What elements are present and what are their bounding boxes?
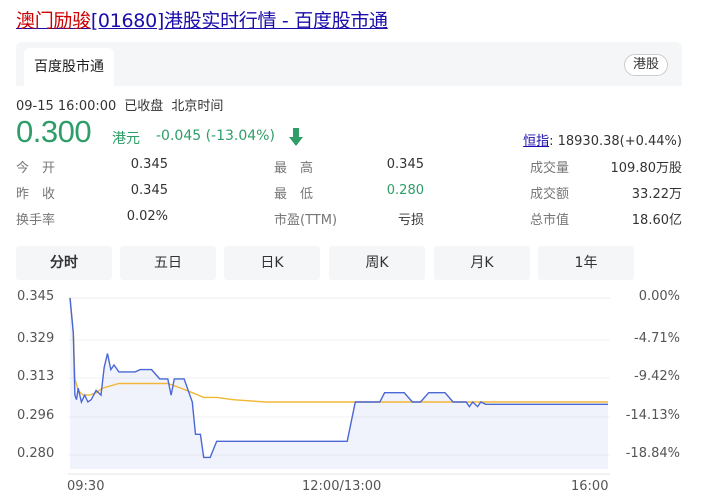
status-datetime: 09-15 16:00:00 (16, 99, 117, 114)
stat-value: 0.345 (386, 157, 424, 172)
period-tab-weekly[interactable]: 周K (329, 246, 425, 280)
stat-value: 0.345 (130, 183, 168, 198)
stat-value: 亏损 (397, 213, 424, 228)
stat-value: 33.22万 (631, 187, 682, 202)
stat-label: 昨 收 (16, 187, 56, 202)
period-tab-daily[interactable]: 日K (224, 246, 320, 280)
stat-label: 市盈(TTM) (274, 213, 338, 228)
stat-value: 0.02% (126, 209, 168, 224)
hsi-index-value: : 18930.38(+0.44%) (549, 134, 682, 149)
source-tabbar: 百度股市通 港股 (16, 42, 682, 86)
status-zone: 北京时间 (171, 99, 224, 114)
period-tab-intraday[interactable]: 分时 (16, 246, 112, 280)
x-tick-label: 09:30 (67, 479, 105, 494)
hsi-index: 恒指: 18930.38(+0.44%) (523, 130, 682, 149)
price-currency: 港元 (112, 131, 140, 147)
stat-label: 最 低 (274, 187, 314, 202)
title-rest[interactable]: [01680]港股实时行情 - 百度股市通 (91, 10, 388, 32)
x-tick-label: 12:00/13:00 (302, 479, 382, 494)
hsi-index-link[interactable]: 恒指 (523, 134, 549, 149)
stat-value: 18.60亿 (631, 213, 682, 228)
period-tab-monthly[interactable]: 月K (434, 246, 530, 280)
stock-name[interactable]: 澳门励骏 (16, 10, 91, 32)
stat-label: 最 高 (274, 161, 314, 176)
price-change: -0.045 (-13.04%) (156, 128, 275, 144)
period-tab-5day[interactable]: 五日 (120, 246, 216, 280)
trade-status: 09-15 16:00:00 已收盘 北京时间 (16, 95, 231, 114)
stat-label: 今 开 (16, 161, 56, 176)
x-tick-label: 16:00 (571, 479, 609, 494)
stat-value: 109.80万股 (610, 161, 683, 176)
market-badge: 港股 (623, 54, 668, 76)
price-plot (68, 297, 610, 475)
intraday-chart[interactable]: 0.345 0.329 0.313 0.296 0.280 0.00% -4.7… (0, 286, 720, 504)
stat-label: 换手率 (16, 213, 56, 228)
tab-baidu-stock[interactable]: 百度股市通 (24, 48, 114, 86)
status-state: 已收盘 (124, 99, 164, 114)
page-title-link[interactable]: 澳门励骏[01680]港股实时行情 - 百度股市通 (16, 6, 388, 33)
stat-value: 0.345 (130, 157, 168, 172)
down-arrow-icon (289, 128, 303, 146)
current-price: 0.300 (16, 114, 92, 149)
stat-value: 0.280 (386, 183, 424, 198)
period-tab-1year[interactable]: 1年 (538, 246, 634, 280)
